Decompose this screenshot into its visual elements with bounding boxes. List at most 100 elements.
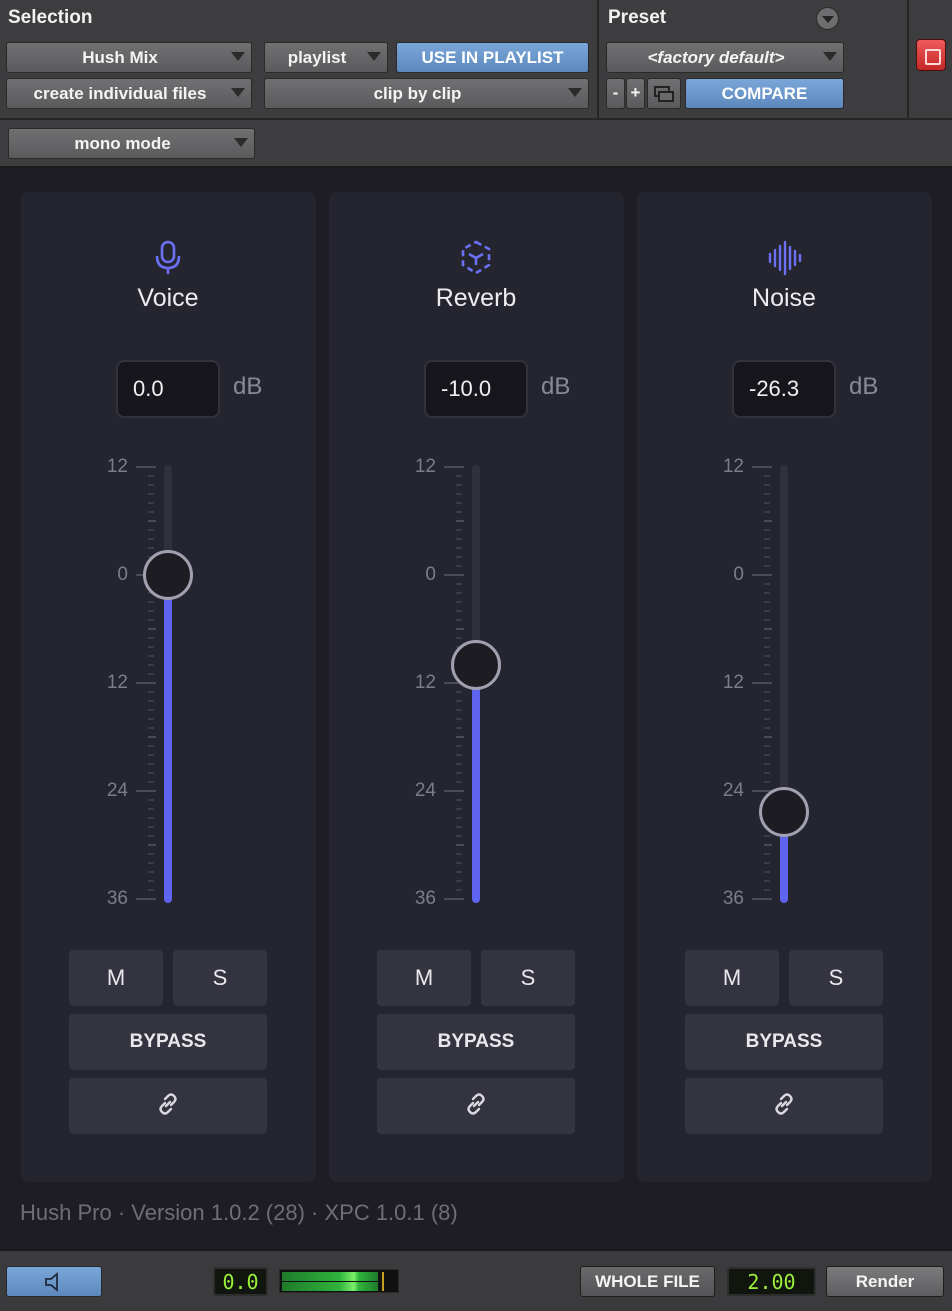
scale-tick (764, 664, 770, 666)
link-icon (159, 1093, 177, 1115)
noise-level-input[interactable]: -26.3 (732, 360, 836, 418)
reverb-mute-button[interactable]: M (377, 950, 471, 1006)
scale-tick (148, 844, 156, 846)
scale-tick (764, 718, 770, 720)
scale-tick (444, 898, 464, 900)
reverb-cube-icon (461, 240, 491, 275)
whole-file-button[interactable]: WHOLE FILE (580, 1266, 715, 1297)
scale-tick (136, 790, 156, 792)
scale-tick (456, 493, 462, 495)
voice-solo-button[interactable]: S (173, 950, 267, 1006)
microphone-icon (155, 240, 181, 274)
noise-fader-knob[interactable] (759, 786, 809, 837)
reverb-solo-button[interactable]: S (481, 950, 575, 1006)
playlist-select-value: playlist (287, 48, 347, 67)
noise-link-button[interactable] (685, 1078, 883, 1134)
scale-tick (456, 619, 462, 621)
reverb-unit: dB (541, 373, 571, 400)
scale-tick (764, 655, 770, 657)
scale-tick (752, 574, 772, 576)
use-in-playlist-button[interactable]: USE IN PLAYLIST (396, 42, 589, 73)
speaker-icon (45, 1272, 58, 1292)
scale-tick (456, 844, 464, 846)
scale-tick (456, 475, 462, 477)
voice-bypass-button[interactable]: BYPASS (69, 1014, 267, 1070)
noise-mute-button[interactable]: M (685, 950, 779, 1006)
scale-tick (456, 556, 462, 558)
reverb-level-input[interactable]: -10.0 (424, 360, 528, 418)
scale-tick (764, 772, 770, 774)
scale-label: 36 (722, 888, 744, 909)
preview-button[interactable] (6, 1266, 102, 1297)
scale-tick (764, 475, 770, 477)
voice-link-button[interactable] (69, 1078, 267, 1134)
scale-tick (764, 484, 770, 486)
scale-tick (764, 502, 770, 504)
scale-tick (148, 601, 154, 603)
scale-tick (148, 628, 156, 630)
voice-unit: dB (233, 373, 263, 400)
compare-button[interactable]: COMPARE (685, 78, 844, 109)
scale-tick (148, 781, 154, 783)
scale-tick (148, 880, 154, 882)
reverb-link-button[interactable] (377, 1078, 575, 1134)
reverb-fader-fill (472, 665, 480, 903)
files-select[interactable]: create individual files (6, 78, 252, 109)
scale-tick (148, 475, 154, 477)
power-icon[interactable] (916, 39, 946, 71)
scale-tick (456, 511, 462, 513)
copy-preset-button[interactable] (647, 78, 681, 109)
scale-tick (148, 745, 154, 747)
voice-mute-button[interactable]: M (69, 950, 163, 1006)
scale-tick (148, 637, 154, 639)
scale-label: 12 (722, 456, 744, 477)
scale-label: 0 (425, 564, 436, 585)
noise-bypass-button[interactable]: BYPASS (685, 1014, 883, 1070)
voice-level-input[interactable]: 0.0 (116, 360, 220, 418)
scale-tick (764, 889, 770, 891)
scale-tick (764, 736, 772, 738)
reverb-title: Reverb (435, 284, 517, 312)
scale-tick (456, 709, 462, 711)
mono-mode-select[interactable]: mono mode (8, 128, 255, 159)
playlist-select[interactable]: playlist (264, 42, 388, 73)
scale-tick (764, 880, 770, 882)
scale-label: 12 (414, 456, 436, 477)
scale-tick (764, 547, 770, 549)
source-select[interactable]: Hush Mix (6, 42, 252, 73)
scale-tick (764, 781, 770, 783)
preset-minus-button[interactable]: - (606, 78, 625, 109)
clip-select[interactable]: clip by clip (264, 78, 589, 109)
scale-tick (764, 637, 770, 639)
preset-plus-button[interactable]: + (626, 78, 645, 109)
scale-label: 24 (106, 780, 128, 801)
level-meter (279, 1269, 399, 1293)
scale-tick (148, 655, 154, 657)
render-button[interactable]: Render (826, 1266, 944, 1297)
scale-tick (764, 745, 770, 747)
scale-tick (456, 862, 462, 864)
noise-solo-button[interactable]: S (789, 950, 883, 1006)
scale-tick (148, 610, 154, 612)
scale-tick (764, 844, 772, 846)
scale-tick (148, 538, 154, 540)
scale-tick (444, 574, 464, 576)
reverb-bypass-button[interactable]: BYPASS (377, 1014, 575, 1070)
scale-tick (456, 610, 462, 612)
scale-label: 24 (414, 780, 436, 801)
preset-select[interactable]: <factory default> (606, 42, 844, 73)
clip-select-value: clip by clip (373, 84, 462, 103)
preset-menu-icon[interactable] (816, 7, 839, 30)
scale-tick (456, 853, 462, 855)
scale-tick (764, 727, 770, 729)
scale-tick (764, 556, 770, 558)
voice-fader-knob[interactable] (143, 550, 193, 600)
speed-readout[interactable]: 2.00 (727, 1267, 816, 1296)
scale-tick (752, 466, 772, 468)
scale-label: 36 (414, 888, 436, 909)
scale-label: 24 (722, 780, 744, 801)
reverb-fader-knob[interactable] (451, 640, 501, 690)
scale-tick (148, 484, 154, 486)
scale-label: 12 (414, 672, 436, 693)
noise-unit: dB (849, 373, 879, 400)
